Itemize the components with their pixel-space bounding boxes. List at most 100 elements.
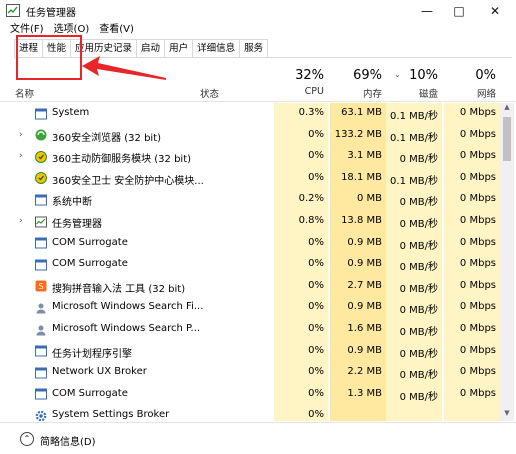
tab-services[interactable]: 服务 [239, 39, 269, 57]
window-icon [35, 237, 47, 249]
svg-text:S: S [38, 282, 43, 291]
process-name: 搜狗拼音输入法 工具 (32 bit) [52, 283, 186, 295]
table-row[interactable]: › 360安全浏览器 (32 bit) 0% 133.2 MB 0.1 MB/秒 0 Mb… [0, 124, 500, 147]
task-manager-icon [35, 216, 47, 227]
network-total[interactable]: 0% [444, 68, 496, 83]
window-icon [35, 259, 47, 271]
process-name: COM Surrogate [52, 387, 128, 399]
scroll-up-icon[interactable]: ▲ [500, 103, 514, 115]
column-status[interactable]: 状态 [200, 86, 219, 100]
process-net: 0 Mbps [459, 279, 496, 291]
table-row[interactable]: COM Surrogate 0% 0.9 MB 0 MB/秒 0 Mbps [0, 232, 500, 255]
column-memory[interactable]: 内存 [330, 86, 382, 100]
process-name: 任务管理器 [52, 219, 102, 230]
memory-total[interactable]: 69% [330, 68, 382, 83]
process-name: 360主动防御服务模块 (32 bit) [52, 154, 192, 166]
table-row[interactable]: Microsoft Windows Search Fi... 0% 0.9 MB 0 … [0, 297, 500, 319]
table-row[interactable]: System 0.3% 63.1 MB 0.1 MB/秒 0 Mbps [0, 103, 500, 125]
process-mem: 13.8 MB [341, 215, 382, 226]
table-row[interactable]: › 任务管理器 0.8% 13.8 MB 0 MB/秒 0 Mbps [0, 211, 500, 233]
table-row[interactable]: 360安全卫士 安全防护中心模块... 0% 18.1 MB 0.1 MB/秒 0 Mb… [0, 167, 500, 190]
process-cpu: 0% [308, 323, 324, 334]
table-row[interactable]: 系统中断 0.2% 0 MB 0 MB/秒 0 Mbps [0, 189, 500, 211]
process-cpu: 0% [308, 279, 324, 291]
scroll-down-icon[interactable]: ▼ [500, 409, 514, 421]
search-indexer-icon [36, 325, 46, 335]
process-net: 0 Mbps [459, 236, 496, 248]
table-row[interactable]: S 搜狗拼音输入法 工具 (32 bit) 0% 2.7 MB 0 MB/秒 0 Mbps [0, 275, 500, 298]
360-shield-icon [35, 150, 47, 163]
process-disk: 0 MB/秒 [399, 283, 438, 295]
table-row[interactable]: COM Surrogate 0% 1.3 MB 0 MB/秒 0 Mbps [0, 383, 500, 406]
chevron-up-icon[interactable]: ⌃ [20, 432, 34, 446]
360-browser-icon [35, 129, 47, 141]
table-row[interactable]: System Settings Broker 0% [0, 405, 500, 421]
process-cpu: 0.3% [298, 107, 324, 118]
process-mem: 0 MB [356, 193, 382, 205]
process-name: COM Surrogate [52, 258, 128, 270]
window-title: 任务管理器 [26, 8, 76, 19]
minimize-button[interactable]: — [412, 0, 442, 22]
close-button[interactable]: ✕ [480, 0, 510, 22]
table-row[interactable]: Network UX Broker 0% 2.2 MB 0 MB/秒 0 Mbps [0, 362, 500, 384]
table-row[interactable]: › 360主动防御服务模块 (32 bit) 0% 3.1 MB 0 MB/秒 0 Mbp… [0, 146, 500, 168]
process-name: Microsoft Windows Search Fi... [52, 301, 204, 313]
tab-details[interactable]: 详细信息 [192, 39, 241, 57]
process-disk: 0 MB/秒 [399, 262, 438, 274]
process-mem: 0.9 MB [347, 301, 382, 313]
process-disk: 0 MB/秒 [399, 391, 438, 403]
process-disk: 0 MB/秒 [399, 348, 438, 360]
process-mem: 63.1 MB [341, 107, 382, 118]
process-cpu: 0% [308, 344, 324, 356]
process-disk: 0 MB/秒 [399, 240, 438, 252]
process-disk: 0 MB/秒 [399, 305, 438, 317]
process-net: 0 Mbps [459, 301, 496, 313]
table-row[interactable]: COM Surrogate 0% 0.9 MB 0 MB/秒 0 Mbps [0, 254, 500, 276]
process-net: 0 Mbps [459, 366, 496, 378]
column-disk[interactable]: 磁盘 [386, 86, 438, 100]
annotation-arrow-icon [82, 56, 166, 80]
process-disk: 0 MB/秒 [399, 154, 438, 166]
title-bar: 任务管理器 — □ ✕ [0, 0, 516, 22]
tab-users[interactable]: 用户 [164, 39, 194, 57]
expand-chevron-icon[interactable]: › [19, 130, 23, 140]
cpu-total[interactable]: 32% [274, 68, 324, 83]
scroll-thumb[interactable] [503, 117, 511, 161]
table-row[interactable]: 任务计划程序引擎 0% 0.9 MB 0 MB/秒 0 Mbps [0, 340, 500, 363]
search-indexer-icon [36, 303, 46, 314]
footer: ⌃ 简略信息(D) [0, 422, 516, 454]
process-disk: 0.1 MB/秒 [390, 175, 438, 187]
fewer-details-link[interactable]: 简略信息(D) [40, 433, 96, 448]
process-mem: 0.9 MB [347, 344, 382, 356]
process-cpu: 0% [308, 150, 324, 162]
process-name: System Settings Broker [52, 409, 170, 421]
vertical-scrollbar[interactable]: ▲ ▼ [500, 103, 514, 421]
column-cpu[interactable]: CPU [274, 86, 324, 97]
cell-heat-background [386, 405, 442, 421]
process-net: 0 Mbps [459, 323, 496, 334]
column-network[interactable]: 网络 [444, 86, 496, 100]
process-mem: 133.2 MB [334, 128, 382, 140]
process-cpu: 0% [308, 258, 324, 270]
menu-view[interactable]: 查看(V) [99, 22, 134, 38]
process-mem: 2.7 MB [347, 279, 382, 291]
process-mem: 0.9 MB [347, 236, 382, 248]
task-manager-icon [6, 4, 20, 17]
process-mem: 1.6 MB [347, 323, 382, 334]
process-name: COM Surrogate [52, 236, 128, 248]
expand-chevron-icon[interactable]: › [19, 151, 23, 161]
expand-chevron-icon[interactable]: › [19, 216, 23, 226]
maximize-button[interactable]: □ [444, 0, 474, 22]
process-mem: 3.1 MB [347, 150, 382, 162]
annotation-highlight-box [16, 35, 82, 80]
column-name[interactable]: 名称 [15, 86, 34, 100]
window-icon [35, 345, 47, 357]
process-net: 0 Mbps [459, 128, 496, 140]
window-icon [35, 367, 47, 379]
disk-total[interactable]: 10% [386, 68, 438, 83]
process-cpu: 0% [308, 387, 324, 399]
process-name: 360安全卫士 安全防护中心模块... [52, 175, 204, 187]
process-disk: 0 MB/秒 [399, 219, 438, 230]
table-row[interactable]: Microsoft Windows Search P... 0% 1.6 MB 0 M… [0, 319, 500, 341]
process-mem: 0.9 MB [347, 258, 382, 270]
